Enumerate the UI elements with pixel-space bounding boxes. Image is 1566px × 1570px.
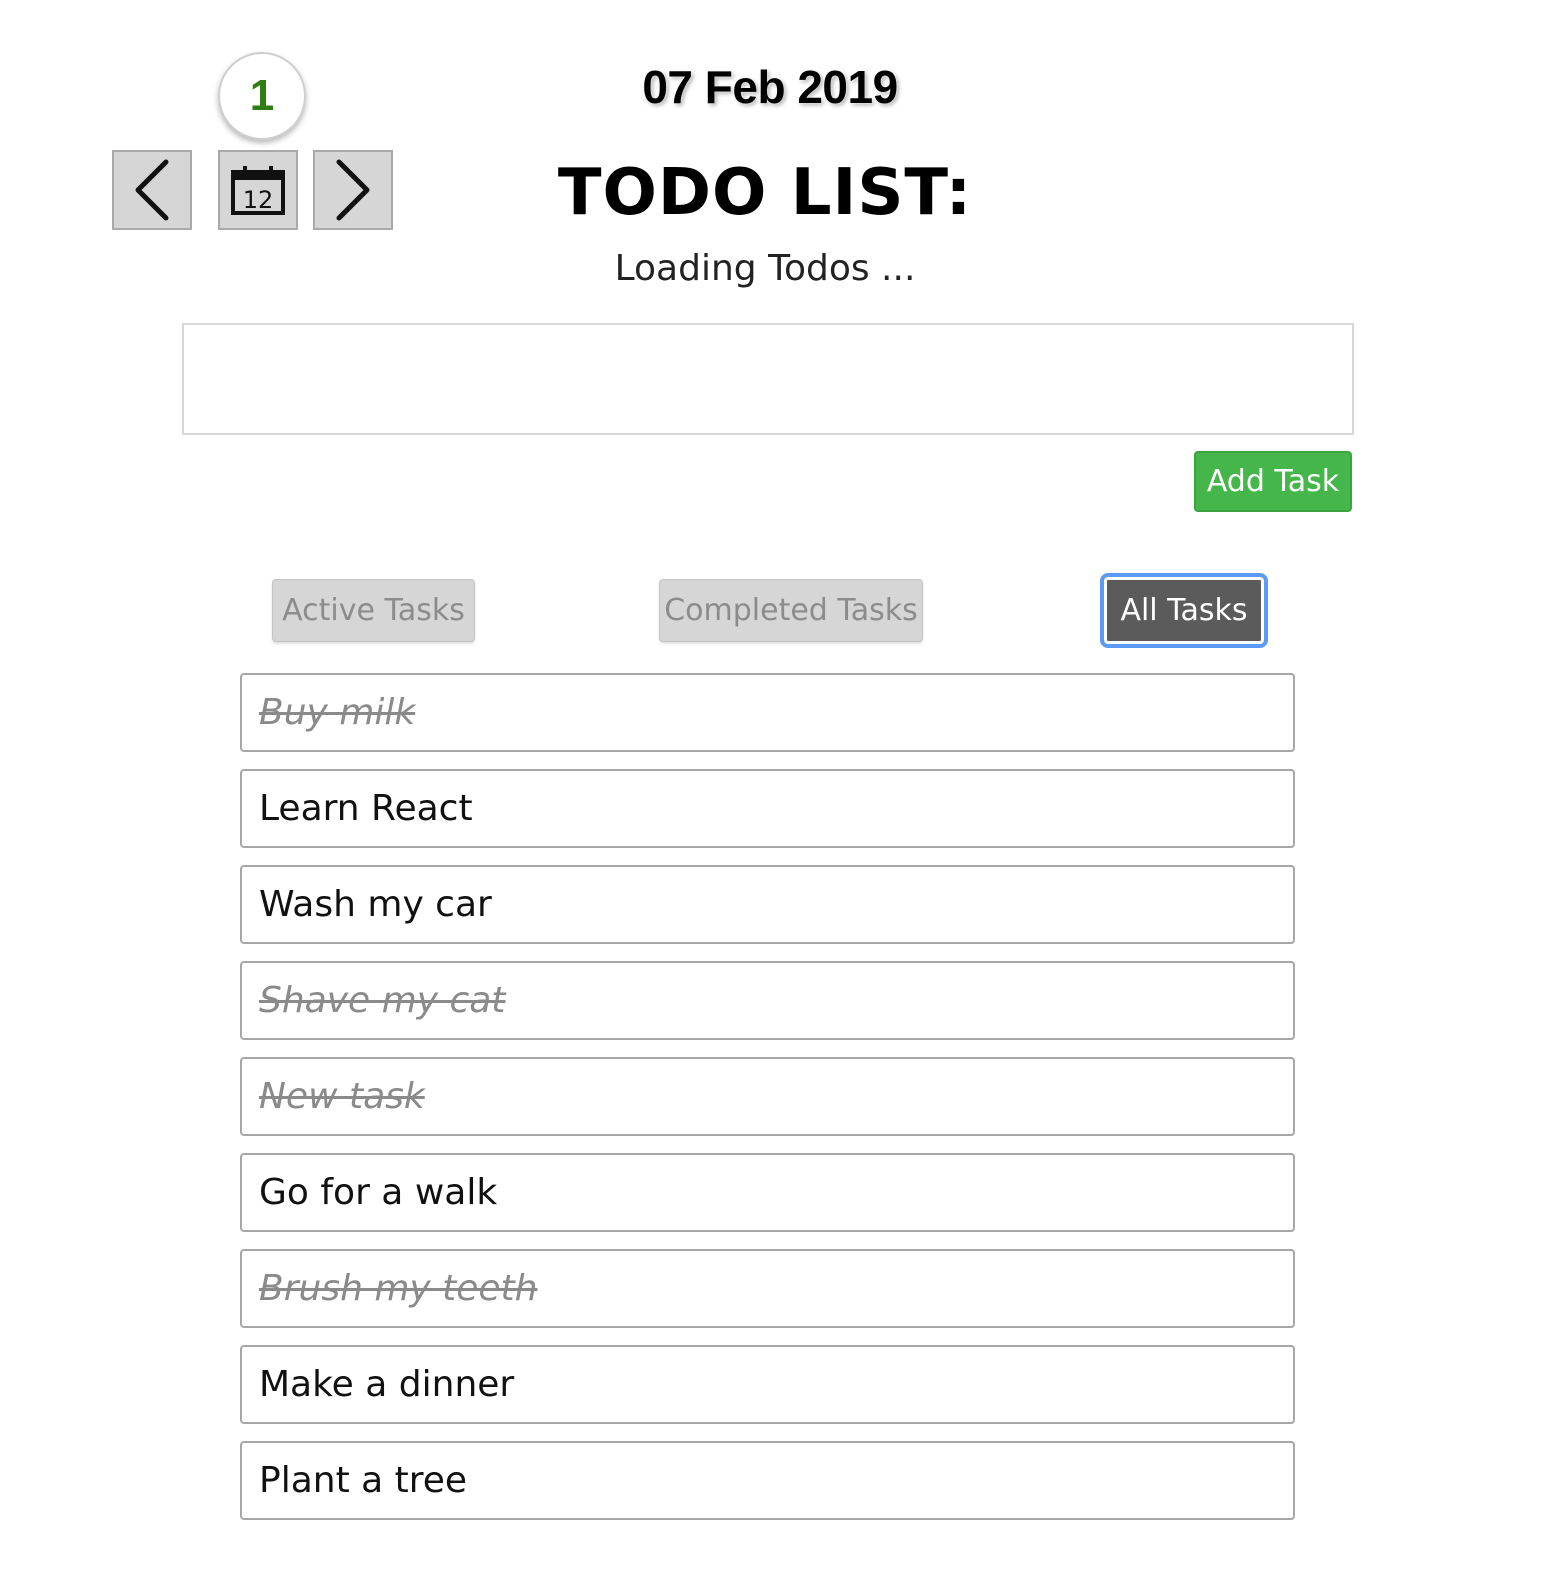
- task-item[interactable]: Shave my cat: [240, 961, 1295, 1040]
- filter-active-tasks[interactable]: Active Tasks: [272, 579, 475, 642]
- task-item[interactable]: Buy milk: [240, 673, 1295, 752]
- badge-count: 1: [249, 71, 275, 120]
- add-task-button[interactable]: Add Task: [1194, 451, 1352, 512]
- current-date: 07 Feb 2019: [642, 61, 898, 113]
- task-item[interactable]: Wash my car: [240, 865, 1295, 944]
- task-item[interactable]: New task: [240, 1057, 1295, 1136]
- filter-completed-tasks[interactable]: Completed Tasks: [659, 579, 923, 642]
- new-task-input[interactable]: [182, 323, 1354, 435]
- notification-badge: 1: [218, 52, 306, 140]
- task-item[interactable]: Brush my teeth: [240, 1249, 1295, 1328]
- previous-day-button[interactable]: [112, 150, 192, 230]
- chevron-right-icon: [336, 159, 370, 221]
- task-item[interactable]: Go for a walk: [240, 1153, 1295, 1232]
- loading-status: Loading Todos ...: [614, 248, 916, 289]
- next-day-button[interactable]: [313, 150, 393, 230]
- todo-app: 1 12 07 Feb 2019 TODO LIST: Loading Todo…: [0, 0, 1566, 1570]
- filter-all-tasks[interactable]: All Tasks: [1100, 573, 1268, 648]
- task-item[interactable]: Make a dinner: [240, 1345, 1295, 1424]
- calendar-button[interactable]: 12: [218, 150, 298, 230]
- task-list: Buy milk Learn React Wash my car Shave m…: [240, 673, 1295, 1537]
- calendar-icon: 12: [231, 166, 285, 215]
- calendar-day: 12: [243, 186, 274, 214]
- chevron-left-icon: [135, 159, 169, 221]
- task-item[interactable]: Learn React: [240, 769, 1295, 848]
- task-item[interactable]: Plant a tree: [240, 1441, 1295, 1520]
- page-title: TODO LIST:: [557, 156, 973, 230]
